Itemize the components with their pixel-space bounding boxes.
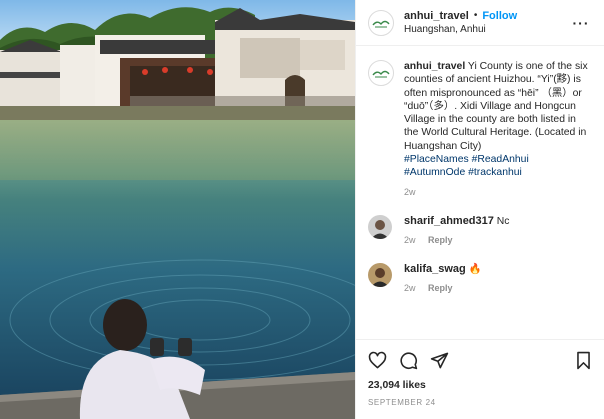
- post-sidebar: anhui_travel • Follow Huangshan, Anhui ·…: [355, 0, 604, 419]
- anhui-logo-icon: [372, 70, 390, 78]
- caption: anhui_travel Yi County is one of the six…: [368, 60, 592, 199]
- commenter-avatar[interactable]: [368, 214, 392, 239]
- follow-button[interactable]: Follow: [482, 9, 517, 23]
- reply-button[interactable]: Reply: [428, 283, 453, 293]
- comment-icon[interactable]: [399, 351, 418, 370]
- comment-body: sharif_ahmed317 Nc 2w Reply: [404, 215, 592, 247]
- comment-item: sharif_ahmed317 Nc 2w Reply: [368, 214, 592, 247]
- header-top-row: anhui_travel • Follow: [404, 9, 570, 23]
- comment-age: 2w: [404, 234, 416, 245]
- comment-meta: 2w Reply: [404, 282, 592, 295]
- comment-body: kalifa_swag 🔥 2w Reply: [404, 263, 592, 295]
- caption-username[interactable]: anhui_travel: [404, 61, 465, 72]
- comment-username[interactable]: kalifa_swag: [404, 263, 466, 275]
- location-link[interactable]: Huangshan, Anhui: [404, 23, 570, 37]
- comment-text: Nc: [496, 215, 510, 227]
- hashtag-link[interactable]: #ReadAnhui: [472, 154, 529, 165]
- header-text: anhui_travel • Follow Huangshan, Anhui: [404, 9, 570, 37]
- user-photo-icon: [368, 262, 392, 287]
- comment-text: 🔥: [468, 263, 482, 275]
- comment-meta: 2w Reply: [404, 234, 592, 247]
- caption-text: Yi County is one of the six counties of …: [404, 61, 588, 152]
- user-photo-icon: [368, 214, 392, 239]
- village-lake-photo: [0, 0, 355, 419]
- heart-icon[interactable]: [368, 351, 387, 370]
- caption-avatar[interactable]: [368, 60, 394, 86]
- separator-dot: •: [473, 9, 478, 21]
- header-username[interactable]: anhui_travel: [404, 9, 469, 23]
- post-actions: 23,094 likes SEPTEMBER 24: [356, 339, 604, 419]
- comment-item: kalifa_swag 🔥 2w Reply: [368, 262, 592, 295]
- hashtag-link[interactable]: #PlaceNames: [404, 154, 469, 165]
- anhui-logo-icon: [372, 20, 390, 27]
- caption-body: anhui_travel Yi County is one of the six…: [404, 60, 592, 199]
- caption-age: 2w: [404, 186, 416, 197]
- action-icons: [368, 349, 592, 371]
- reply-button[interactable]: Reply: [428, 235, 453, 245]
- comments-section: anhui_travel Yi County is one of the six…: [356, 46, 604, 339]
- post-header: anhui_travel • Follow Huangshan, Anhui ·…: [356, 0, 604, 46]
- caption-meta: 2w: [404, 186, 592, 199]
- hashtag-link[interactable]: #AutumnOde: [404, 167, 465, 178]
- hashtags: #PlaceNames #ReadAnhui #AutumnOde #track…: [404, 153, 592, 180]
- comment-age: 2w: [404, 282, 416, 293]
- post-photo[interactable]: [0, 0, 355, 419]
- post-date: SEPTEMBER 24: [368, 398, 436, 407]
- comment-username[interactable]: sharif_ahmed317: [404, 215, 494, 227]
- send-icon[interactable]: [430, 351, 449, 370]
- bookmark-icon[interactable]: [575, 351, 592, 370]
- likes-count[interactable]: 23,094 likes: [368, 380, 592, 391]
- post-dialog: anhui_travel • Follow Huangshan, Anhui ·…: [0, 0, 604, 419]
- commenter-avatar[interactable]: [368, 262, 392, 287]
- more-options-icon[interactable]: ···: [570, 15, 592, 31]
- hashtag-link[interactable]: #trackanhui: [468, 167, 522, 178]
- account-avatar[interactable]: [368, 9, 394, 36]
